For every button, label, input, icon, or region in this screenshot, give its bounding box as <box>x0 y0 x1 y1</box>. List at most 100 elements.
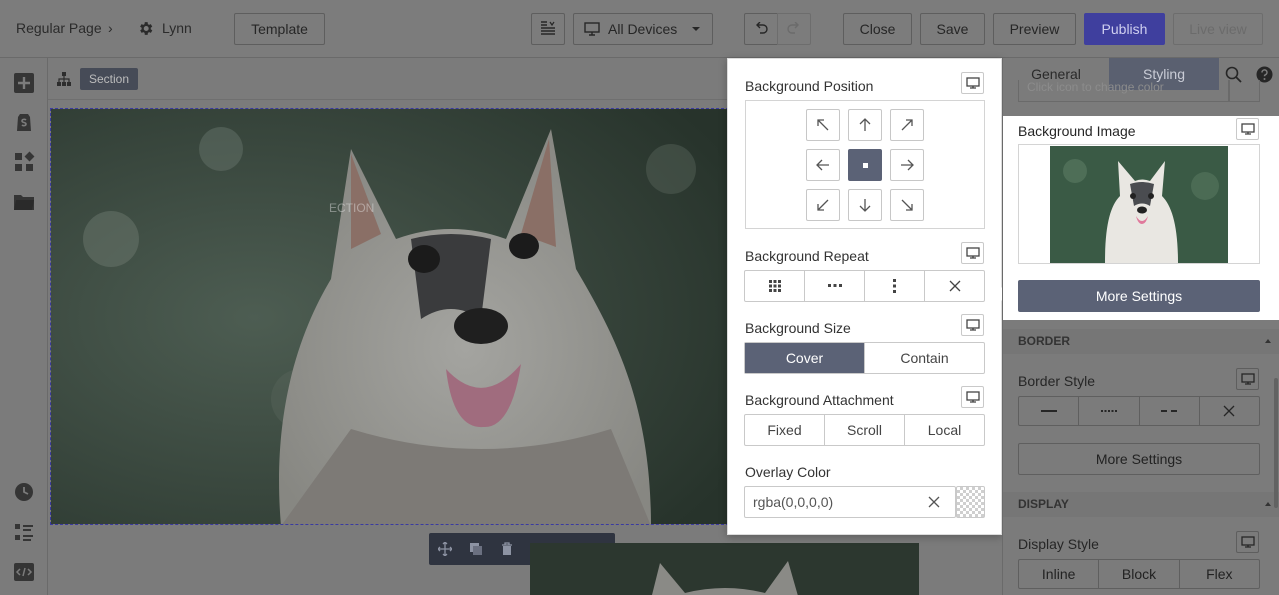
background-repeat-options <box>744 270 985 302</box>
border-dotted-option[interactable] <box>1079 397 1140 425</box>
device-toggle-button[interactable] <box>961 72 984 94</box>
shopify-icon[interactable] <box>13 111 35 133</box>
display-header-label: DISPLAY <box>1018 497 1069 511</box>
list-icon[interactable] <box>13 521 35 543</box>
background-position-label: Background Position <box>745 78 874 94</box>
position-left[interactable] <box>806 149 840 181</box>
add-icon[interactable] <box>13 72 35 94</box>
monitor-icon <box>1240 536 1255 548</box>
monitor-icon <box>965 391 980 403</box>
text-align-icon <box>540 20 556 38</box>
dotted-line-icon <box>1100 410 1117 412</box>
border-solid-option[interactable] <box>1019 397 1080 425</box>
repeat-both-option[interactable] <box>745 271 805 301</box>
close-icon <box>949 280 960 292</box>
color-hint-input[interactable]: Click icon to change color <box>1018 80 1229 102</box>
template-button[interactable]: Template <box>234 13 325 45</box>
section-ghost-label: ECTION <box>329 201 375 215</box>
display-style-options: Inline Block Flex <box>1018 559 1260 589</box>
preview-button[interactable]: Preview <box>993 13 1076 45</box>
device-toggle-button[interactable] <box>1236 531 1259 553</box>
left-rail <box>0 58 48 595</box>
grid-icon <box>768 280 781 292</box>
breadcrumb-page[interactable]: Regular Page <box>16 20 102 36</box>
sitemap-icon[interactable] <box>56 71 72 90</box>
device-toggle-button[interactable] <box>961 386 984 408</box>
breadcrumb-separator: › <box>108 20 113 36</box>
code-icon[interactable] <box>13 561 35 583</box>
caret-up-icon <box>1265 339 1271 343</box>
attachment-local-option[interactable]: Local <box>905 415 984 445</box>
display-inline-option[interactable]: Inline <box>1019 560 1100 588</box>
position-bottom[interactable] <box>848 189 882 221</box>
monitor-icon <box>584 22 600 36</box>
duplicate-icon[interactable] <box>460 533 491 565</box>
position-bottom-right[interactable] <box>890 189 924 221</box>
size-cover-option[interactable]: Cover <box>745 343 865 373</box>
repeat-x-option[interactable] <box>805 271 865 301</box>
position-top-left[interactable] <box>806 109 840 141</box>
text-align-button[interactable] <box>531 13 565 45</box>
undo-icon <box>754 21 768 37</box>
position-center[interactable] <box>848 149 882 181</box>
next-section-image[interactable] <box>530 543 919 595</box>
folder-icon[interactable] <box>13 191 35 213</box>
position-top-right[interactable] <box>890 109 924 141</box>
publish-button[interactable]: Publish <box>1084 13 1165 45</box>
section-tag[interactable]: Section <box>80 68 139 90</box>
redo-button[interactable] <box>777 13 811 45</box>
color-swatch[interactable] <box>956 486 985 518</box>
breadcrumb-name[interactable]: Lynn <box>162 20 192 36</box>
undo-button[interactable] <box>744 13 778 45</box>
move-icon[interactable] <box>429 533 460 565</box>
clear-color-icon[interactable] <box>924 493 944 511</box>
attachment-scroll-option[interactable]: Scroll <box>825 415 905 445</box>
background-attachment-label: Background Attachment <box>745 392 894 408</box>
no-repeat-option[interactable] <box>925 271 984 301</box>
attachment-fixed-option[interactable]: Fixed <box>745 415 825 445</box>
close-icon <box>1223 405 1235 417</box>
monitor-icon <box>965 247 980 259</box>
background-attachment-options: Fixed Scroll Local <box>744 414 985 446</box>
horizontal-dots-icon <box>827 284 842 287</box>
background-image-preview-frame[interactable] <box>1018 144 1260 264</box>
monitor-icon <box>1240 373 1255 385</box>
trash-icon[interactable] <box>491 533 522 565</box>
gear-icon[interactable] <box>137 20 154 37</box>
apps-icon[interactable] <box>13 151 35 173</box>
device-select[interactable]: All Devices <box>573 13 713 45</box>
device-toggle-button[interactable] <box>961 242 984 264</box>
close-button[interactable]: Close <box>843 13 912 45</box>
size-contain-option[interactable]: Contain <box>865 343 984 373</box>
border-more-settings-button[interactable]: More Settings <box>1018 443 1260 475</box>
display-flex-option[interactable]: Flex <box>1180 560 1259 588</box>
device-toggle-button[interactable] <box>1236 118 1259 140</box>
position-bottom-left[interactable] <box>806 189 840 221</box>
monitor-icon <box>965 319 980 331</box>
display-section-header[interactable]: DISPLAY <box>1003 492 1279 517</box>
live-view-button[interactable]: Live view <box>1173 13 1263 45</box>
caret-down-icon <box>692 27 700 31</box>
background-more-settings-button[interactable]: More Settings <box>1018 280 1260 312</box>
canvas-toolbar: Section <box>48 58 727 100</box>
border-dashed-option[interactable] <box>1140 397 1200 425</box>
position-top[interactable] <box>848 109 882 141</box>
history-icon[interactable] <box>13 481 35 503</box>
save-button[interactable]: Save <box>920 13 985 45</box>
border-section-header[interactable]: BORDER <box>1003 329 1279 354</box>
overlay-color-label: Overlay Color <box>745 464 831 480</box>
device-toggle-button[interactable] <box>1236 368 1259 390</box>
color-swatch[interactable] <box>1229 80 1260 102</box>
border-none-option[interactable] <box>1200 397 1259 425</box>
background-position-grid <box>745 100 985 229</box>
section-background-image[interactable]: ECTION <box>50 108 729 525</box>
border-header-label: BORDER <box>1018 334 1071 348</box>
scrollbar-thumb[interactable] <box>1274 378 1278 508</box>
background-size-options: Cover Contain <box>744 342 985 374</box>
repeat-y-option[interactable] <box>865 271 925 301</box>
display-block-option[interactable]: Block <box>1099 560 1180 588</box>
editor-canvas: Section ECTION <box>48 58 919 595</box>
background-settings-popover: Background Position Background Repeat Ba… <box>727 58 1002 535</box>
device-toggle-button[interactable] <box>961 314 984 336</box>
position-right[interactable] <box>890 149 924 181</box>
